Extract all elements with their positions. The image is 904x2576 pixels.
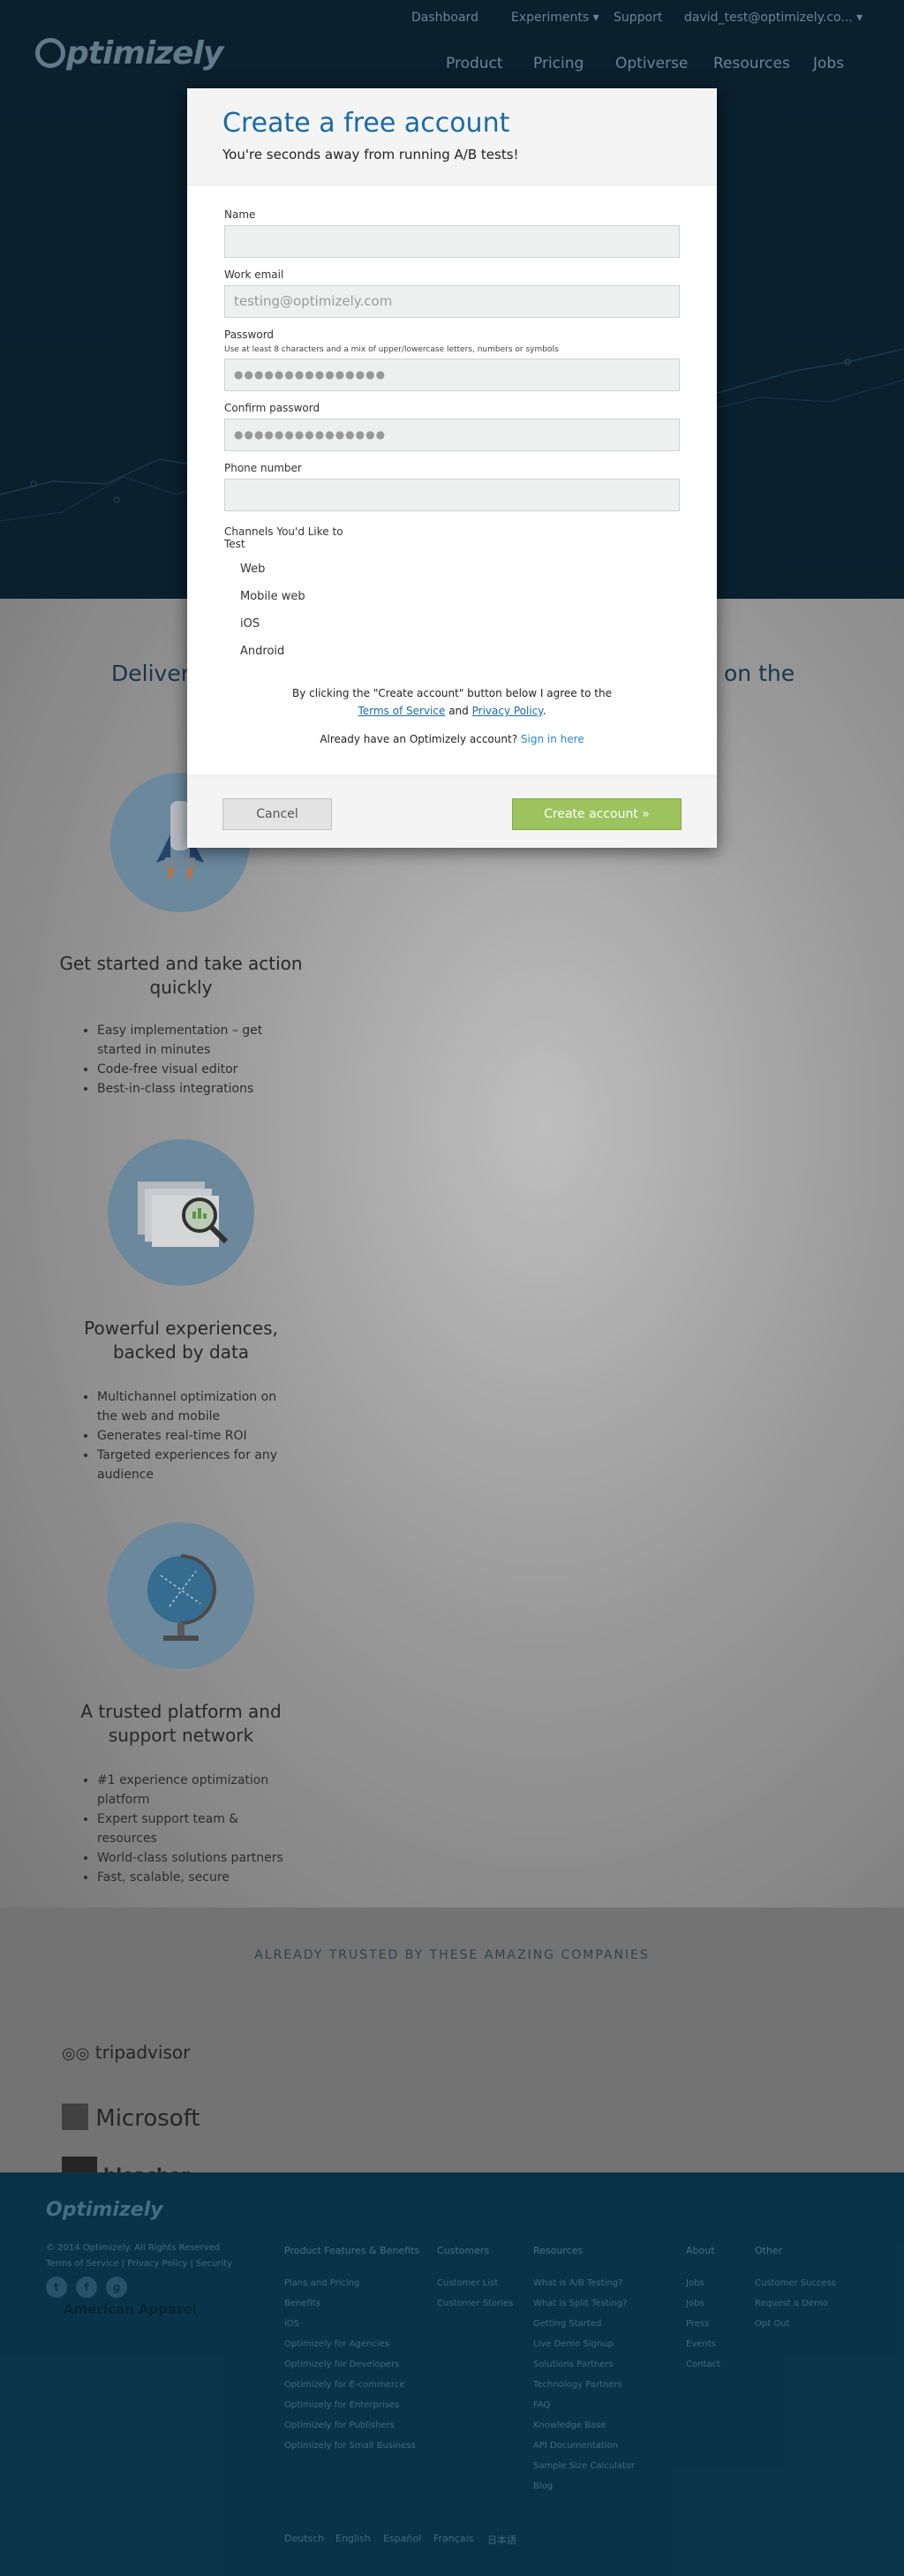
signup-modal: Create a free account You're seconds awa… (187, 88, 717, 848)
channel-ios-checkbox[interactable]: iOS (240, 617, 260, 631)
confirm-password-input[interactable]: ●●●●●●●●●●●●●●● (224, 419, 680, 451)
channel-mobile-web-label: Mobile web (240, 590, 305, 603)
phone-label: Phone number (224, 462, 302, 474)
terms-and: and (448, 705, 469, 717)
channel-android-checkbox[interactable]: Android (240, 645, 284, 658)
name-label: Name (224, 208, 256, 221)
channel-web-label: Web (240, 563, 266, 576)
cancel-button[interactable]: Cancel (222, 798, 332, 830)
password-hint: Use at least 8 characters and a mix of u… (224, 345, 559, 354)
modal-title: Create a free account (222, 108, 510, 139)
terms-of-service-link[interactable]: Terms of Service (358, 705, 445, 717)
signin-prompt: Already have an Optimizely account? Sign… (187, 733, 717, 745)
modal-header: Create a free account You're seconds awa… (187, 88, 717, 185)
channel-mobile-web-checkbox[interactable]: Mobile web (240, 590, 305, 603)
signin-text: Already have an Optimizely account? (320, 733, 518, 745)
email-label: Work email (224, 268, 284, 281)
channels-label: Channels You'd Like to Test (224, 525, 343, 550)
sign-in-link[interactable]: Sign in here (521, 733, 584, 745)
privacy-policy-link[interactable]: Privacy Policy (472, 705, 543, 717)
terms-text: By clicking the "Create account" button … (187, 684, 717, 720)
phone-input[interactable] (224, 479, 680, 511)
create-account-button[interactable]: Create account » (512, 798, 682, 830)
email-input[interactable]: testing@optimizely.com (224, 285, 680, 318)
confirm-password-label: Confirm password (224, 402, 320, 414)
terms-prefix: By clicking the "Create account" button … (291, 687, 612, 699)
channel-web-checkbox[interactable]: Web (240, 563, 265, 576)
modal-subtitle: You're seconds away from running A/B tes… (222, 147, 519, 162)
channels-label-line-1: Channels You'd Like to (224, 525, 343, 538)
password-input[interactable]: ●●●●●●●●●●●●●●● (224, 359, 680, 391)
channels-label-line-2: Test (224, 538, 245, 550)
channel-ios-label: iOS (240, 617, 260, 631)
name-input[interactable] (224, 225, 680, 258)
terms-end: . (542, 705, 546, 717)
channel-android-label: Android (240, 645, 285, 658)
password-label: Password (224, 329, 275, 341)
modal-footer: Cancel Create account » (187, 775, 717, 848)
